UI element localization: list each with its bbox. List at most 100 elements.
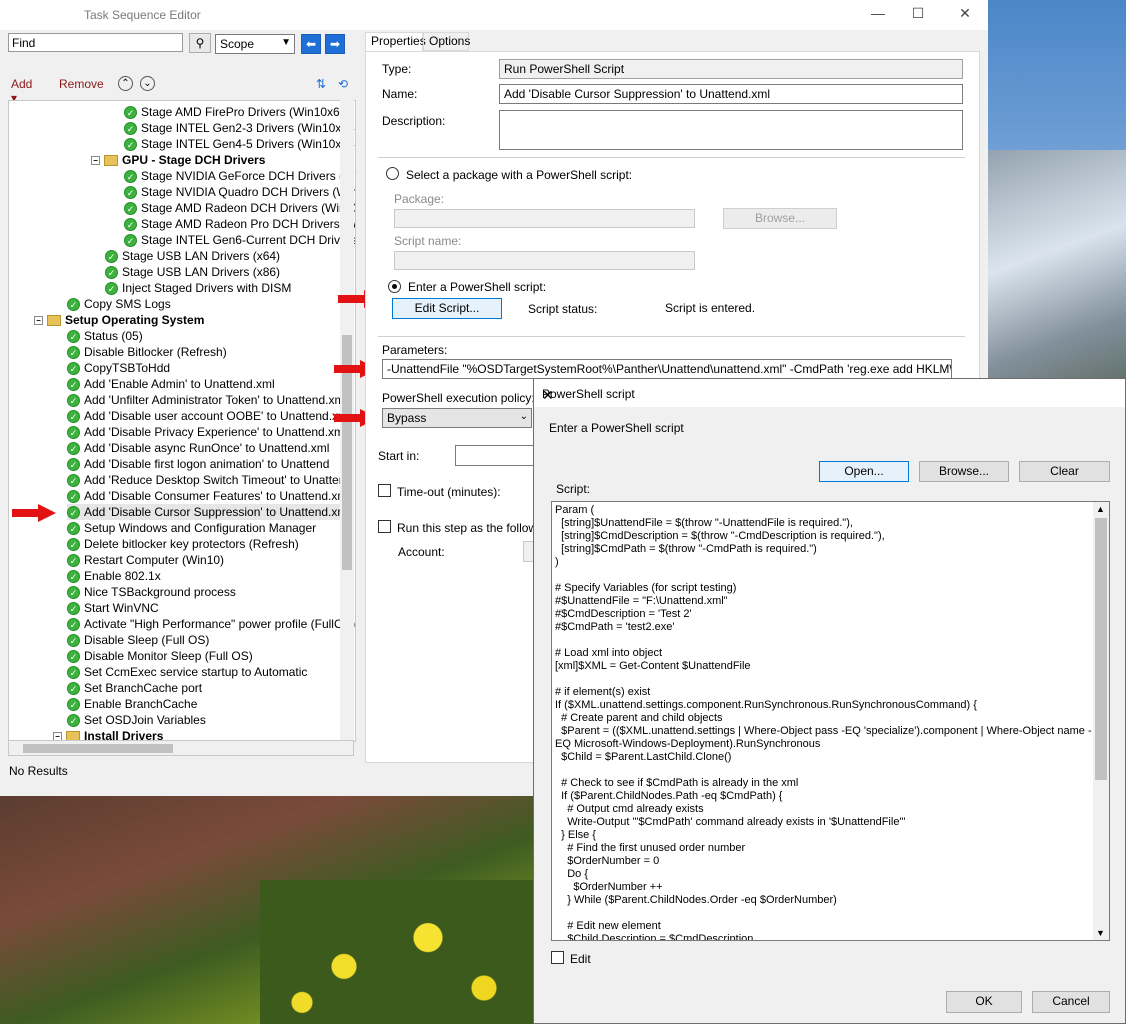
tree-item[interactable]: ✓ Activate "High Performance" power profi… [67, 616, 355, 632]
tree-item[interactable]: ✓ CopyTSBToHdd [67, 360, 170, 376]
tree-item[interactable]: ✓ Add 'Disable first logon animation' to … [67, 456, 329, 472]
tree-item[interactable]: ✓ Inject Staged Drivers with DISM [105, 280, 291, 296]
browse-button[interactable]: Browse... [919, 461, 1009, 482]
success-check-icon: ✓ [67, 618, 80, 632]
script-label: Script: [556, 482, 591, 496]
tree-item[interactable]: ✓ Stage INTEL Gen6-Current DCH Drivers [124, 232, 355, 248]
timeout-label: Time-out (minutes): [397, 485, 501, 499]
dialog-close-button[interactable]: ✕ [542, 387, 1117, 404]
tree-group[interactable]: − Setup Operating System [34, 312, 204, 328]
tree-group[interactable]: − GPU - Stage DCH Drivers [91, 152, 265, 168]
tree-item-selected[interactable]: ✓ Add 'Disable Cursor Suppression' to Una… [67, 504, 351, 520]
enter-script-radio-label: Enter a PowerShell script: [408, 280, 547, 294]
tab-properties[interactable]: Properties [365, 32, 426, 51]
script-scrollbar[interactable]: ▲ ▼ [1093, 502, 1109, 940]
tree-item[interactable]: ✓ Stage NVIDIA GeForce DCH Drivers (Wi [124, 168, 355, 184]
tree-item[interactable]: ✓ Stage AMD Radeon Pro DCH Drivers (W [124, 216, 355, 232]
package-radio[interactable] [386, 167, 399, 180]
scroll-down-icon[interactable]: ▼ [1096, 928, 1105, 938]
refresh-icon[interactable]: ⟲ [338, 77, 348, 91]
dialog-instruction: Enter a PowerShell script [549, 421, 684, 435]
tree-item[interactable]: ✓ Enable 802.1x [67, 568, 161, 584]
tree-item[interactable]: ✓ Disable Bitlocker (Refresh) [67, 344, 227, 360]
cancel-button[interactable]: Cancel [1032, 991, 1110, 1013]
execution-policy-value: Bypass [387, 411, 427, 425]
move-down-icon: ⌄ [143, 78, 152, 89]
success-check-icon: ✓ [67, 442, 80, 456]
tree-item[interactable]: ✓ Add 'Enable Admin' to Unattend.xml [67, 376, 275, 392]
tree-item[interactable]: ✓ Copy SMS Logs [67, 296, 171, 312]
tree-item[interactable]: ✓ Disable Sleep (Full OS) [67, 632, 209, 648]
task-sequence-tree[interactable]: ✓ Stage AMD FirePro Drivers (Win10x64) ✓ S… [8, 100, 356, 742]
success-check-icon: ✓ [124, 234, 137, 248]
edit-script-button[interactable]: Edit Script... [392, 298, 502, 319]
edit-checkbox[interactable] [551, 951, 564, 964]
tree-item[interactable]: ✓ Start WinVNC [67, 600, 159, 616]
tree-item[interactable]: ✓ Add 'Disable user account OOBE' to Unat… [67, 408, 351, 424]
open-button[interactable]: Open... [819, 461, 909, 482]
tree-item[interactable]: ✓ Set BranchCache port [67, 680, 202, 696]
tree-item[interactable]: ✓ Add 'Disable Privacy Experience' to Una… [67, 424, 347, 440]
next-result-button[interactable]: ➡ [325, 34, 345, 54]
type-field: Run PowerShell Script [499, 59, 963, 79]
minimize-button[interactable]: — [868, 5, 888, 25]
tree-item[interactable]: ✓ Restart Computer (Win10) [67, 552, 224, 568]
description-field[interactable] [499, 110, 963, 150]
runas-checkbox[interactable] [378, 520, 391, 533]
tree-item[interactable]: ✓ Add 'Unfilter Administrator Token' to U… [67, 392, 347, 408]
tree-horizontal-scrollbar[interactable] [8, 740, 354, 756]
tree-item[interactable]: ✓ Disable Monitor Sleep (Full OS) [67, 648, 253, 664]
tree-item[interactable]: ✓ Set OSDJoin Variables [67, 712, 206, 728]
tree-item[interactable]: ✓ Setup Windows and Configuration Manager [67, 520, 316, 536]
tab-options[interactable]: Options [423, 32, 470, 51]
success-check-icon: ✓ [67, 298, 80, 312]
script-editor[interactable]: Param ( [string]$UnattendFile = $(throw … [551, 501, 1110, 941]
tree-item[interactable]: ✓ Stage NVIDIA Quadro DCH Drivers (Win [124, 184, 355, 200]
scrollbar-thumb[interactable] [23, 744, 173, 753]
script-name-label: Script name: [394, 234, 462, 248]
tree-item[interactable]: ✓ Add 'Disable async RunOnce' to Unattend… [67, 440, 329, 456]
close-button[interactable]: ✕ [955, 5, 975, 25]
collapse-icon[interactable]: − [34, 316, 43, 326]
scroll-up-icon[interactable]: ▲ [1096, 504, 1105, 514]
previous-result-button[interactable]: ⬅ [301, 34, 321, 54]
find-input[interactable]: Find [8, 33, 183, 52]
wallpaper-mountain [988, 150, 1126, 410]
tree-item[interactable]: ✓ Enable BranchCache [67, 696, 197, 712]
sort-icon[interactable]: ⇅ [316, 77, 326, 91]
parameters-field[interactable]: -UnattendFile "%OSDTargetSystemRoot%\Pan… [382, 359, 952, 379]
move-down-button[interactable]: ⌄ [140, 76, 155, 91]
search-button[interactable]: ⚲ [189, 33, 211, 53]
tree-item[interactable]: ✓ Stage INTEL Gen4-5 Drivers (Win10x64) [124, 136, 355, 152]
script-status-label: Script status: [528, 302, 598, 316]
success-check-icon: ✓ [67, 474, 80, 488]
runas-label: Run this step as the following [397, 521, 554, 535]
move-up-button[interactable]: ⌃ [118, 76, 133, 91]
start-in-field[interactable] [455, 445, 535, 466]
remove-button[interactable]: Remove [59, 77, 104, 91]
tree-item[interactable]: ✓ Stage AMD FirePro Drivers (Win10x64) [124, 104, 350, 120]
enter-script-radio[interactable] [388, 280, 401, 293]
scrollbar-thumb[interactable] [1095, 518, 1107, 780]
start-in-label: Start in: [378, 449, 420, 463]
name-field[interactable]: Add 'Disable Cursor Suppression' to Unat… [499, 84, 963, 104]
tree-item[interactable]: ✓ Stage INTEL Gen2-3 Drivers (Win10x64) [124, 120, 355, 136]
tree-item[interactable]: ✓ Add 'Reduce Desktop Switch Timeout' to … [67, 472, 352, 488]
success-check-icon: ✓ [67, 410, 80, 424]
tree-item[interactable]: ✓ Nice TSBackground process [67, 584, 236, 600]
tree-item[interactable]: ✓ Stage USB LAN Drivers (x86) [105, 264, 280, 280]
package-radio-label: Select a package with a PowerShell scrip… [406, 168, 633, 182]
tree-item[interactable]: ✓ Set CcmExec service startup to Automati… [67, 664, 307, 680]
tree-item[interactable]: ✓ Delete bitlocker key protectors (Refres… [67, 536, 299, 552]
tree-item[interactable]: ✓ Stage USB LAN Drivers (x64) [105, 248, 280, 264]
tree-item[interactable]: ✓ Stage AMD Radeon DCH Drivers (Win10 [124, 200, 355, 216]
tree-item[interactable]: ✓ Status (05) [67, 328, 143, 344]
maximize-button[interactable]: ☐ [908, 5, 928, 25]
clear-button[interactable]: Clear [1019, 461, 1110, 482]
collapse-icon[interactable]: − [91, 156, 100, 166]
ok-button[interactable]: OK [946, 991, 1022, 1013]
scope-select[interactable]: Scope ▼ [215, 34, 295, 54]
tree-item[interactable]: ✓ Add 'Disable Consumer Features' to Unat… [67, 488, 350, 504]
execution-policy-select[interactable]: Bypass ⌄ [382, 408, 532, 428]
timeout-checkbox[interactable] [378, 484, 391, 497]
